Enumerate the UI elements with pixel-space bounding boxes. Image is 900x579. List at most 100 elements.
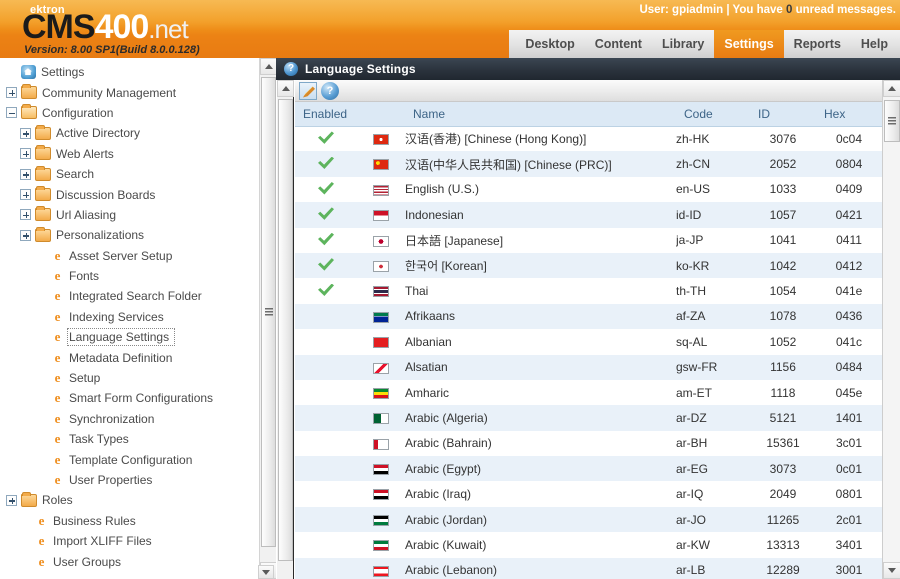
sidebar-item-active-directory[interactable]: Active Directory	[0, 123, 276, 143]
tab-reports[interactable]: Reports	[784, 30, 851, 58]
sidebar-item-task-types[interactable]: e Task Types	[0, 429, 276, 449]
sidebar-item-import-xliff-files[interactable]: e Import XLIFF Files	[0, 531, 276, 551]
sidebar-item-business-rules[interactable]: e Business Rules	[0, 511, 276, 531]
ektron-e-icon: e	[54, 247, 61, 263]
table-row[interactable]: Arabic (Egypt) ar-EG 3073 0c01	[295, 456, 882, 482]
expand-plus-icon[interactable]	[20, 148, 31, 160]
sidebar-item-label: User Properties	[69, 473, 153, 487]
sidebar-item-search[interactable]: Search	[0, 164, 276, 184]
table-row[interactable]: Arabic (Jordan) ar-JO 11265 2c01	[295, 506, 882, 533]
sidebar-item-setup[interactable]: e Setup	[0, 368, 276, 388]
scrollbar-grip-icon	[265, 308, 273, 316]
table-row[interactable]: 日本語 [Japanese] ja-JP 1041 0411	[295, 227, 882, 253]
sidebar-item-user-properties[interactable]: e User Properties	[0, 470, 276, 490]
cell-enabled	[295, 506, 357, 533]
sidebar-item-indexing-services[interactable]: e Indexing Services	[0, 307, 276, 327]
sidebar-item-roles[interactable]: Roles	[0, 490, 276, 510]
content-left-scroll-up-button[interactable]	[277, 80, 294, 97]
table-row[interactable]: Arabic (Algeria) ar-DZ 5121 1401	[295, 405, 882, 431]
cell-id: 3073	[750, 456, 816, 482]
table-row[interactable]: Arabic (Iraq) ar-IQ 2049 0801	[295, 481, 882, 507]
tab-desktop[interactable]: Desktop	[515, 30, 584, 58]
sidebar-item-user-groups[interactable]: e User Groups	[0, 551, 276, 571]
table-row[interactable]: Arabic (Lebanon) ar-LB 12289 3001	[295, 557, 882, 579]
expand-plus-icon[interactable]	[6, 494, 17, 506]
column-header-hex[interactable]: Hex	[816, 102, 882, 127]
cell-code: en-US	[676, 176, 750, 203]
sidebar-item-settings[interactable]: Settings	[0, 62, 276, 82]
cell-id: 13313	[750, 532, 816, 558]
cell-name: Arabic (Egypt)	[405, 456, 676, 482]
ektron-e-icon: e	[54, 308, 61, 324]
table-row[interactable]: Indonesian id-ID 1057 0421	[295, 202, 882, 228]
logo-400-text: 400	[94, 8, 150, 46]
sidebar-scroll-up-button[interactable]	[260, 58, 276, 75]
sidebar-item-metadata-definition[interactable]: e Metadata Definition	[0, 347, 276, 367]
table-row[interactable]: English (U.S.) en-US 1033 0409	[295, 176, 882, 203]
page-title: Language Settings	[305, 62, 416, 76]
sidebar-item-configuration[interactable]: Configuration	[0, 103, 276, 123]
table-row[interactable]: Thai th-TH 1054 041e	[295, 278, 882, 304]
cell-enabled	[295, 202, 357, 228]
column-header-enabled[interactable]: Enabled	[295, 102, 357, 127]
table-scroll-up-button[interactable]	[883, 80, 900, 97]
content-left-scrollbar-thumb[interactable]	[278, 99, 293, 561]
sidebar-item-fonts[interactable]: e Fonts	[0, 266, 276, 286]
expand-plus-icon[interactable]	[20, 168, 31, 180]
sidebar-item-synchronization[interactable]: e Synchronization	[0, 409, 276, 429]
table-scroll-down-button[interactable]	[883, 562, 900, 579]
table-scrollbar[interactable]	[882, 80, 900, 579]
column-header-code[interactable]: Code	[676, 102, 750, 127]
help-circle-icon[interactable]: ?	[284, 62, 298, 76]
sidebar-item-label: Language Settings	[66, 328, 176, 347]
cell-name: Arabic (Iraq)	[405, 481, 676, 507]
expand-plus-icon[interactable]	[20, 229, 31, 241]
main-content-area: ? Language Settings ? Enabled Name Code …	[276, 58, 900, 579]
edit-button[interactable]	[299, 81, 317, 100]
cell-id: 11265	[750, 506, 816, 533]
expand-plus-icon[interactable]	[20, 189, 31, 201]
column-header-name[interactable]: Name	[405, 102, 676, 127]
sidebar-scrollbar[interactable]	[259, 58, 276, 579]
sidebar-item-url-aliasing[interactable]: Url Aliasing	[0, 205, 276, 225]
table-row[interactable]: Albanian sq-AL 1052 041c	[295, 329, 882, 355]
table-row[interactable]: Afrikaans af-ZA 1078 0436	[295, 303, 882, 330]
table-row[interactable]: 한국어 [Korean] ko-KR 1042 0412	[295, 252, 882, 279]
sidebar-item-integrated-search-folder[interactable]: e Integrated Search Folder	[0, 286, 276, 306]
sidebar-item-personalizations[interactable]: Personalizations	[0, 225, 276, 245]
sidebar-horizontal-scroll-button[interactable]	[258, 565, 274, 579]
table-row[interactable]: Amharic am-ET 1118 045e	[295, 379, 882, 406]
tab-library[interactable]: Library	[652, 30, 714, 58]
sidebar-item-discussion-boards[interactable]: Discussion Boards	[0, 184, 276, 204]
cell-hex: 0801	[816, 481, 882, 507]
sidebar-item-asset-server-setup[interactable]: e Asset Server Setup	[0, 246, 276, 266]
table-row[interactable]: 汉语(香港) [Chinese (Hong Kong)] zh-HK 3076 0c0…	[295, 126, 882, 152]
sidebar-item-language-settings[interactable]: e Language Settings	[0, 327, 276, 347]
collapse-minus-icon[interactable]	[6, 107, 17, 119]
table-row[interactable]: Arabic (Bahrain) ar-BH 15361 3c01	[295, 430, 882, 457]
cell-hex: 2c01	[816, 506, 882, 533]
sidebar-item-web-alerts[interactable]: Web Alerts	[0, 144, 276, 164]
tab-content[interactable]: Content	[585, 30, 652, 58]
column-header-id[interactable]: ID	[750, 102, 816, 127]
sidebar-item-community-management[interactable]: Community Management	[0, 82, 276, 102]
cell-name: Arabic (Kuwait)	[405, 532, 676, 558]
table-row[interactable]: 汉语(中华人民共和国) [Chinese (PRC)] zh-CN 2052 0804	[295, 151, 882, 177]
table-row[interactable]: Alsatian gsw-FR 1156 0484	[295, 354, 882, 380]
help-button[interactable]: ?	[321, 81, 339, 100]
sidebar-item-smart-form-configurations[interactable]: e Smart Form Configurations	[0, 388, 276, 408]
cell-flag	[357, 329, 405, 355]
sidebar-item-label: Metadata Definition	[69, 350, 173, 365]
sidebar-item-template-configuration[interactable]: e Template Configuration	[0, 449, 276, 469]
sidebar-scrollbar-thumb[interactable]	[261, 77, 276, 547]
cell-hex: 0c04	[816, 126, 882, 152]
expand-plus-icon[interactable]	[6, 87, 17, 99]
cell-flag	[357, 278, 405, 304]
content-left-scrollbar[interactable]	[277, 80, 294, 579]
tab-settings[interactable]: Settings	[714, 30, 784, 58]
expand-plus-icon[interactable]	[20, 209, 31, 221]
table-row[interactable]: Arabic (Kuwait) ar-KW 13313 3401	[295, 532, 882, 558]
tab-help[interactable]: Help	[851, 30, 898, 58]
table-scrollbar-thumb[interactable]	[884, 100, 900, 142]
expand-plus-icon[interactable]	[20, 127, 31, 139]
